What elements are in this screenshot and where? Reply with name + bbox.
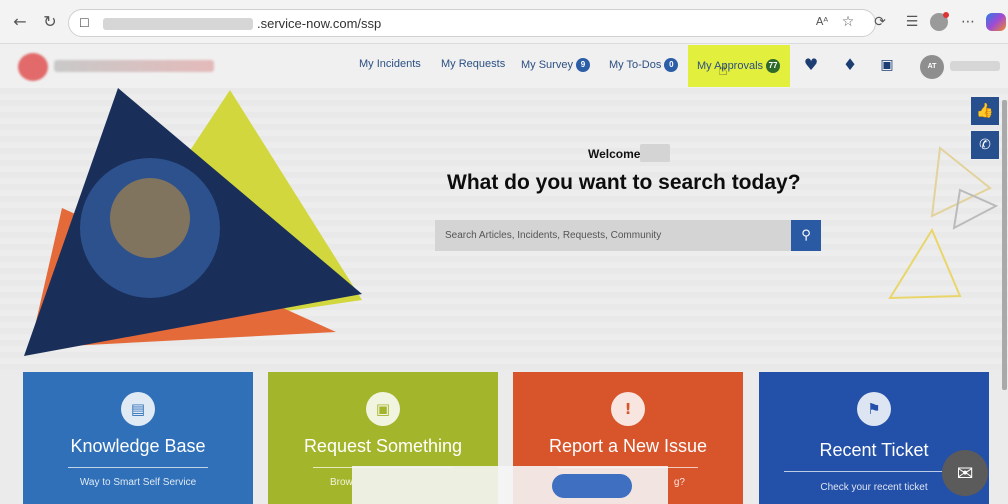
nav-my-survey[interactable]: My Survey 9: [521, 58, 590, 72]
outline-triangle-3: [888, 227, 962, 300]
tile-title: Request Something: [303, 436, 463, 456]
cart-icon: ▣: [366, 392, 400, 426]
url-redacted: [103, 18, 253, 30]
hand-cursor-icon: ☝: [718, 60, 728, 79]
url-text: .service-now.com/ssp: [257, 16, 382, 31]
address-bar[interactable]: ☐ .service-now.com/ssp: [68, 9, 876, 37]
nav-my-requests[interactable]: My Requests: [441, 58, 505, 70]
lock-icon: ☐: [79, 16, 90, 30]
company-name-redacted: [54, 60, 214, 72]
hero-section: Welcome What do you want to search today…: [0, 88, 1008, 370]
notification-dot: [943, 12, 949, 18]
refresh-icon[interactable]: ↻: [40, 12, 60, 32]
copilot-icon[interactable]: [986, 13, 1006, 31]
todos-count-badge: 0: [664, 58, 679, 72]
favorites-list-icon[interactable]: ☰: [902, 12, 922, 32]
tag-icon: ⚑: [857, 392, 891, 426]
extensions-icon[interactable]: ⟳: [870, 12, 890, 32]
page-scrollbar[interactable]: [1002, 100, 1007, 390]
search-icon: ⚲: [801, 228, 811, 243]
chat-icon[interactable]: ✉: [942, 450, 988, 496]
tile-subtitle: Way to Smart Self Service: [79, 477, 197, 488]
book-icon: ▤: [121, 392, 155, 426]
user-name-redacted: [950, 61, 1000, 71]
heart-icon[interactable]: ♥: [801, 55, 821, 75]
nav-my-incidents[interactable]: My Incidents: [359, 58, 421, 70]
favorite-star-icon[interactable]: ☆: [838, 12, 858, 32]
more-options-icon[interactable]: ⋯: [958, 12, 978, 32]
tile-title: Report a New Issue: [548, 436, 708, 456]
bell-icon[interactable]: ♦: [840, 55, 860, 75]
welcome-text: Welcome: [588, 147, 641, 161]
welcome-name-redacted: [640, 144, 670, 162]
approvals-count-badge: 77: [766, 59, 781, 73]
avatar[interactable]: AT: [920, 55, 944, 79]
search-input[interactable]: [435, 220, 791, 251]
nav-my-todos[interactable]: My To-Dos 0: [609, 58, 679, 72]
back-arrow-icon[interactable]: ←: [10, 12, 30, 32]
search-button[interactable]: ⚲: [791, 220, 821, 251]
exclamation-icon: !: [611, 392, 645, 426]
overlay-action-button[interactable]: [552, 474, 632, 498]
phone-icon[interactable]: ✆: [971, 131, 999, 159]
thumbs-up-icon[interactable]: 👍: [971, 97, 999, 125]
browser-toolbar: ← ↻ ☐ .service-now.com/ssp Aᴬ ☆ ⟳ ☰ ⋯: [0, 0, 1008, 44]
survey-count-badge: 9: [575, 58, 590, 72]
brain-core: [110, 178, 190, 258]
tile-knowledge-base[interactable]: ▤ Knowledge Base Way to Smart Self Servi…: [23, 372, 253, 504]
read-aloud-icon[interactable]: Aᴬ: [812, 12, 832, 32]
page-title: What do you want to search today?: [447, 171, 801, 194]
tile-title: Knowledge Base: [70, 436, 206, 456]
company-logo[interactable]: [18, 53, 48, 81]
outline-triangle-2: [952, 188, 999, 230]
nav-my-approvals[interactable]: My Approvals 77: [697, 59, 781, 73]
tile-divider: [68, 467, 208, 468]
tile-divider: [784, 471, 964, 472]
cart-icon[interactable]: ▣: [877, 55, 897, 75]
